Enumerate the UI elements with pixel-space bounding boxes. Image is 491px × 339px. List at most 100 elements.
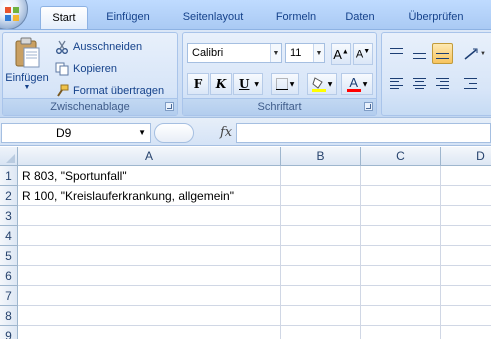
tab-ueberpruefen[interactable]: Überprüfen xyxy=(396,6,476,30)
grid-cell[interactable] xyxy=(441,266,491,286)
paint-bucket-icon xyxy=(311,77,326,92)
align-bottom-button[interactable] xyxy=(432,43,453,64)
chevron-down-icon: ▼ xyxy=(313,44,324,62)
font-size-value: 11 xyxy=(290,47,302,59)
underline-button[interactable]: U ▼ xyxy=(233,73,263,95)
alignment-group: ▼ xyxy=(381,32,491,116)
row-header-3[interactable]: 3 xyxy=(0,206,18,226)
align-right-icon xyxy=(436,78,449,89)
row-header-6[interactable]: 6 xyxy=(0,266,18,286)
grid-cell[interactable] xyxy=(281,266,361,286)
fill-color-button[interactable]: ▼ xyxy=(307,73,337,95)
font-dialog-launcher[interactable] xyxy=(364,102,373,111)
grid-cell[interactable] xyxy=(361,186,441,206)
paste-button[interactable]: Einfügen ▼ xyxy=(3,35,51,97)
grid-cell[interactable] xyxy=(18,246,281,266)
grid-cell[interactable] xyxy=(361,286,441,306)
row-header-1[interactable]: 1 xyxy=(0,166,18,186)
font-size-dropdown[interactable]: 11 ▼ xyxy=(285,43,325,63)
grid-cell[interactable] xyxy=(18,306,281,326)
shrink-font-button[interactable]: A▼ xyxy=(353,43,373,65)
align-center-icon xyxy=(413,78,426,89)
grid-cell[interactable] xyxy=(361,326,441,339)
grid-cell[interactable] xyxy=(361,246,441,266)
formula-input[interactable] xyxy=(236,123,491,143)
grid-cell[interactable] xyxy=(281,306,361,326)
tab-seitenlayout[interactable]: Seitenlayout xyxy=(170,6,256,30)
grid-cell[interactable] xyxy=(441,306,491,326)
tab-formeln[interactable]: Formeln xyxy=(266,6,326,30)
align-middle-button[interactable] xyxy=(409,43,430,64)
chevron-down-icon: ▼ xyxy=(138,128,146,137)
grid-cell[interactable] xyxy=(361,166,441,186)
cell-a2[interactable]: R 100, "Kreislauferkrankung, allgemein" xyxy=(20,186,234,206)
grid-cell[interactable] xyxy=(281,186,361,206)
grid-cell[interactable] xyxy=(18,286,281,306)
office-button[interactable] xyxy=(0,0,28,30)
grid-cell[interactable] xyxy=(18,226,281,246)
grid-cell[interactable] xyxy=(361,306,441,326)
row-header-2[interactable]: 2 xyxy=(0,186,18,206)
grid-cell[interactable] xyxy=(18,326,281,339)
grid-cell[interactable] xyxy=(441,186,491,206)
copy-label: Kopieren xyxy=(73,63,118,75)
tab-start[interactable]: Start xyxy=(40,6,88,30)
align-left-button[interactable] xyxy=(386,73,407,94)
format-painter-label: Format übertragen xyxy=(73,85,165,97)
formula-cancel-enter-pill[interactable] xyxy=(154,123,194,143)
grid-cell[interactable] xyxy=(441,326,491,339)
borders-button[interactable]: ▼ xyxy=(271,73,299,95)
row-header-8[interactable]: 8 xyxy=(0,306,18,326)
paintbrush-icon xyxy=(57,84,69,97)
orientation-button[interactable]: ▼ xyxy=(460,43,490,64)
font-color-button[interactable]: A ▼ xyxy=(341,73,373,95)
column-header-a[interactable]: A xyxy=(18,147,281,166)
grid-cell[interactable] xyxy=(441,226,491,246)
column-header-d[interactable]: D xyxy=(441,147,491,166)
name-box-value: D9 xyxy=(56,126,72,140)
cut-label: Ausschneiden xyxy=(73,41,143,53)
column-header-c[interactable]: C xyxy=(361,147,441,166)
grid-cell[interactable] xyxy=(18,206,281,226)
copy-button[interactable]: Kopieren xyxy=(55,59,117,79)
grid-cell[interactable] xyxy=(441,286,491,306)
grid-cell[interactable] xyxy=(281,166,361,186)
insert-function-button[interactable]: fx xyxy=(220,125,232,140)
clipboard-dialog-launcher[interactable] xyxy=(165,102,174,111)
row-header-7[interactable]: 7 xyxy=(0,286,18,306)
grid-cell[interactable] xyxy=(281,286,361,306)
italic-button[interactable]: K xyxy=(210,73,232,95)
tab-einfuegen[interactable]: Einfügen xyxy=(95,6,161,30)
grid-cell[interactable] xyxy=(361,226,441,246)
grid-cell[interactable] xyxy=(18,266,281,286)
grid-cell[interactable] xyxy=(441,166,491,186)
grow-font-button[interactable]: A▲ xyxy=(331,43,351,65)
tab-daten[interactable]: Daten xyxy=(334,6,386,30)
grid-cell[interactable] xyxy=(361,266,441,286)
row-header-5[interactable]: 5 xyxy=(0,246,18,266)
align-right-button[interactable] xyxy=(432,73,453,94)
decrease-indent-button[interactable] xyxy=(460,73,481,94)
grid-cell[interactable] xyxy=(361,206,441,226)
grid-cell[interactable] xyxy=(281,206,361,226)
chevron-down-icon: ▼ xyxy=(327,80,333,88)
cell-a1[interactable]: R 803, "Sportunfall" xyxy=(20,166,127,186)
grid-cell[interactable] xyxy=(281,326,361,339)
row-header-4[interactable]: 4 xyxy=(0,226,18,246)
font-name-dropdown[interactable]: Calibri ▼ xyxy=(187,43,282,63)
grid-cell[interactable] xyxy=(441,206,491,226)
grid-cell[interactable] xyxy=(441,246,491,266)
align-center-button[interactable] xyxy=(409,73,430,94)
chevron-down-icon: ▼ xyxy=(270,44,281,62)
grid-cell[interactable] xyxy=(281,246,361,266)
row-header-9[interactable]: 9 xyxy=(0,326,18,339)
cut-button[interactable]: Ausschneiden xyxy=(55,37,142,57)
select-all-button[interactable] xyxy=(0,147,18,166)
column-header-b[interactable]: B xyxy=(281,147,361,166)
clipboard-group: Einfügen ▼ Ausschneiden Kopieren Format … xyxy=(2,32,178,116)
align-top-button[interactable] xyxy=(386,43,407,64)
bold-button[interactable]: F xyxy=(187,73,209,95)
name-box[interactable]: D9 ▼ xyxy=(1,123,151,143)
chevron-down-icon: ▼ xyxy=(480,50,486,57)
grid-cell[interactable] xyxy=(281,226,361,246)
